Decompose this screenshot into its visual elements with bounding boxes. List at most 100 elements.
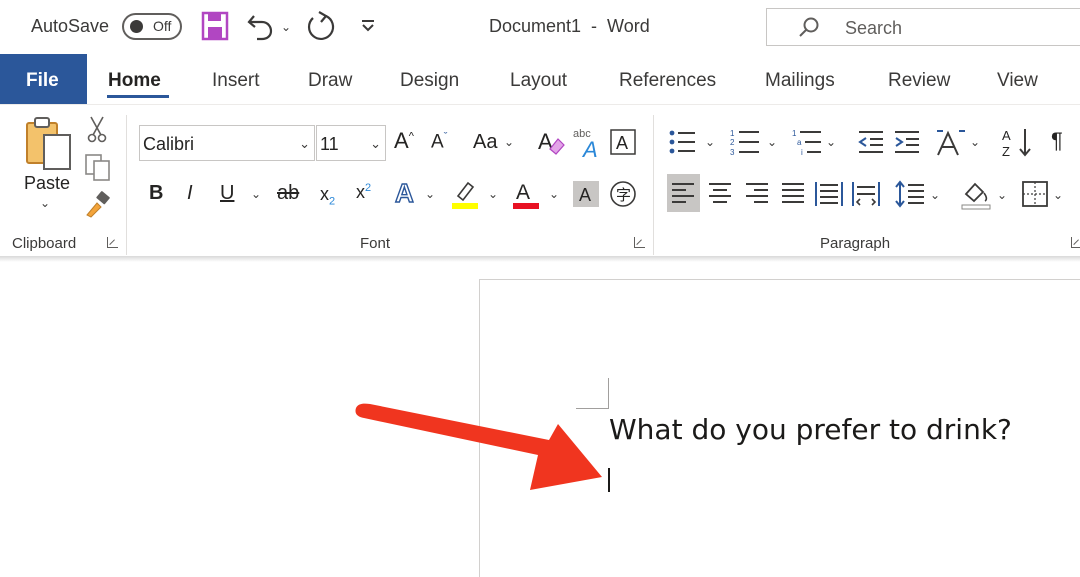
save-icon[interactable]: [201, 10, 229, 42]
bold-button[interactable]: B: [149, 183, 163, 203]
search-input[interactable]: Search: [845, 18, 902, 39]
clipboard-launcher-icon[interactable]: [107, 237, 118, 248]
paste-button[interactable]: Paste: [24, 173, 70, 194]
shading-icon[interactable]: [960, 178, 992, 210]
svg-text:字: 字: [616, 186, 631, 204]
font-size-value: 11: [320, 134, 339, 154]
svg-text:1: 1: [792, 129, 797, 138]
svg-text:A: A: [616, 133, 628, 153]
clipboard-group-label: Clipboard: [12, 235, 77, 252]
tab-layout[interactable]: Layout: [510, 70, 567, 92]
format-painter-icon[interactable]: [84, 191, 112, 219]
paragraph-group-label: Paragraph: [820, 235, 891, 252]
clear-formatting-icon[interactable]: A: [536, 127, 566, 157]
undo-dropdown-icon[interactable]: ⌄: [281, 21, 291, 33]
text-effects-abc-icon[interactable]: abc A: [571, 125, 605, 159]
numbering-dropdown-icon[interactable]: ⌄: [767, 136, 777, 148]
font-launcher-icon[interactable]: [634, 237, 645, 248]
numbering-icon[interactable]: 1 2 3: [730, 127, 760, 157]
svg-text:A: A: [395, 178, 414, 208]
bullets-icon[interactable]: [668, 129, 696, 155]
tab-review[interactable]: Review: [888, 70, 950, 92]
copy-icon[interactable]: [84, 153, 112, 183]
text-effects-dropdown-icon[interactable]: ⌄: [425, 188, 435, 200]
line-spacing-dropdown-icon[interactable]: ⌄: [930, 189, 940, 201]
asian-layout-icon[interactable]: [935, 127, 967, 157]
cut-icon[interactable]: [87, 115, 107, 143]
toggle-knob: [130, 20, 143, 33]
font-name-select[interactable]: Calibri ⌄: [139, 125, 315, 161]
tab-draw[interactable]: Draw: [308, 70, 352, 92]
bullets-dropdown-icon[interactable]: ⌄: [705, 136, 715, 148]
align-left-icon[interactable]: [671, 182, 695, 204]
align-right-icon[interactable]: [745, 182, 769, 204]
tab-references[interactable]: References: [619, 70, 716, 92]
shrink-font-icon[interactable]: Aˇ: [431, 132, 447, 152]
red-arrow-annotation: [355, 403, 602, 490]
undo-icon[interactable]: [246, 10, 276, 42]
character-shading-icon[interactable]: A: [573, 181, 599, 207]
font-name-value: Calibri: [143, 134, 195, 154]
paragraph-launcher-icon[interactable]: [1071, 237, 1080, 248]
tab-insert[interactable]: Insert: [212, 70, 260, 92]
document-text-line[interactable]: What do you prefer to drink?: [609, 413, 1012, 446]
highlight-dropdown-icon[interactable]: ⌄: [488, 188, 498, 200]
font-color-icon[interactable]: A: [512, 178, 540, 210]
character-border-icon[interactable]: A: [610, 129, 636, 155]
multilevel-list-icon[interactable]: 1 a i: [792, 127, 822, 157]
redo-icon[interactable]: [305, 10, 337, 44]
grow-font-icon[interactable]: A^: [394, 130, 414, 152]
increase-indent-icon[interactable]: [894, 129, 920, 155]
asian-layout-dropdown-icon[interactable]: ⌄: [970, 136, 980, 148]
title-bar: AutoSave Off ⌄ Document1 - Word Search: [0, 0, 1080, 54]
align-distributed-icon[interactable]: [852, 181, 880, 207]
underline-dropdown-icon[interactable]: ⌄: [251, 188, 261, 200]
tab-mailings[interactable]: Mailings: [765, 70, 835, 92]
justify-icon[interactable]: [781, 182, 805, 204]
paste-dropdown-icon[interactable]: ⌄: [40, 197, 50, 209]
autosave-state: Off: [153, 18, 172, 34]
tab-home[interactable]: Home: [108, 70, 161, 92]
shading-dropdown-icon[interactable]: ⌄: [997, 189, 1007, 201]
autosave-toggle[interactable]: Off: [122, 13, 182, 40]
decrease-indent-icon[interactable]: [858, 129, 884, 155]
sort-icon[interactable]: A Z: [1001, 126, 1033, 158]
subscript-icon[interactable]: x2: [320, 185, 335, 208]
svg-text:Z: Z: [1002, 144, 1010, 158]
strikethrough-button[interactable]: ab: [277, 183, 299, 203]
borders-dropdown-icon[interactable]: ⌄: [1053, 189, 1063, 201]
document-title: Document1 - Word: [489, 16, 650, 36]
tab-file[interactable]: File: [0, 54, 87, 104]
superscript-icon[interactable]: x2: [356, 183, 371, 202]
strikethrough-label: ab: [277, 182, 300, 204]
multilevel-dropdown-icon[interactable]: ⌄: [826, 136, 836, 148]
text-effects-icon[interactable]: A: [393, 178, 421, 208]
italic-button[interactable]: I: [187, 183, 193, 203]
svg-text:A: A: [1002, 128, 1011, 143]
customize-qat-icon[interactable]: [360, 19, 376, 33]
font-group-label: Font: [360, 235, 391, 252]
highlight-icon[interactable]: [451, 178, 479, 210]
search-box[interactable]: Search: [766, 8, 1080, 46]
line-spacing-icon[interactable]: [895, 180, 925, 208]
bold-label: B: [149, 182, 164, 204]
svg-text:2: 2: [730, 138, 735, 147]
enclose-characters-icon[interactable]: 字: [609, 180, 637, 208]
borders-icon[interactable]: [1022, 181, 1048, 207]
tab-view[interactable]: View: [997, 70, 1038, 92]
underline-button[interactable]: U: [220, 183, 234, 203]
svg-text:i: i: [801, 148, 803, 157]
change-case-button[interactable]: Aa: [473, 132, 497, 152]
align-center-icon[interactable]: [708, 182, 732, 204]
ribbon-home: Paste ⌄ Clipboard Calibri ⌄ 11 ⌄ A^ Aˇ A…: [0, 104, 1080, 256]
font-name-dropdown-icon: ⌄: [299, 136, 310, 151]
tab-design[interactable]: Design: [400, 70, 459, 92]
change-case-dropdown-icon[interactable]: ⌄: [504, 136, 514, 148]
font-size-select[interactable]: 11 ⌄: [316, 125, 386, 161]
show-formatting-marks-icon[interactable]: ¶: [1051, 130, 1063, 152]
svg-text:A: A: [579, 185, 591, 205]
paste-icon[interactable]: [24, 115, 74, 173]
change-case-label: Aa: [473, 131, 498, 153]
distributed-icon[interactable]: [815, 181, 843, 207]
font-color-dropdown-icon[interactable]: ⌄: [549, 188, 559, 200]
